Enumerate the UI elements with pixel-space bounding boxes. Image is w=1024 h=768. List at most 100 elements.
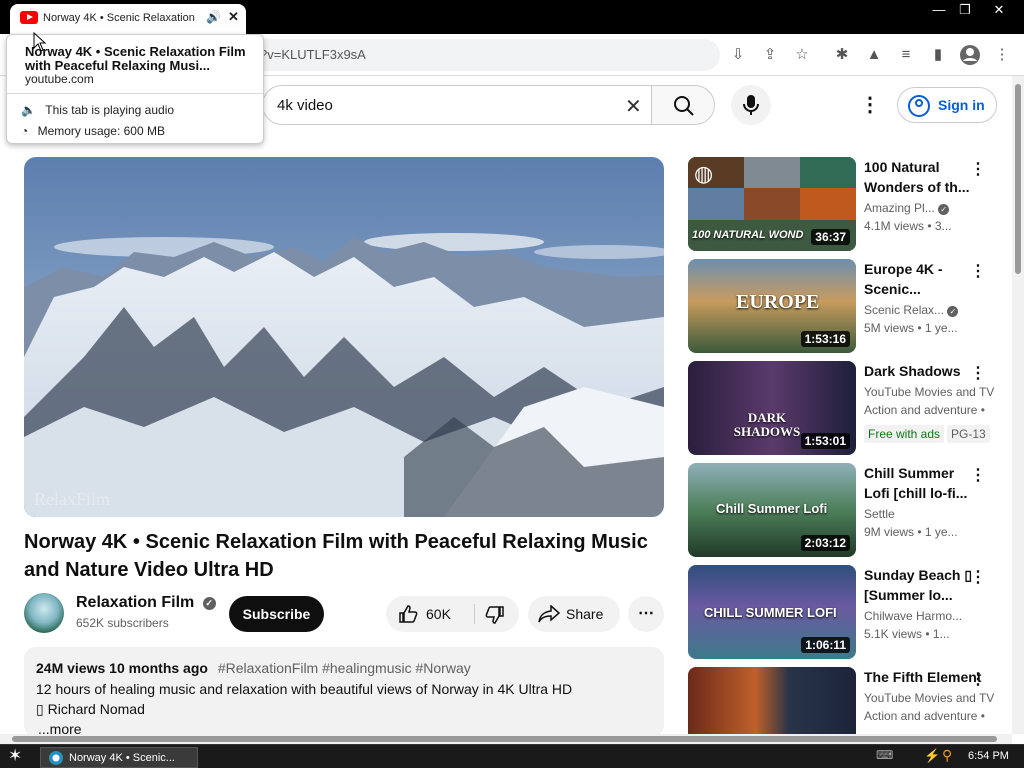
card-kebab-icon[interactable]: ⋮: [970, 465, 986, 485]
browser-logo-icon: [49, 751, 63, 765]
recommendation-card[interactable]: ◍ 100 NATURAL WOND 36:37 100 Natural Won…: [688, 157, 1006, 253]
vertical-scrollbar[interactable]: [1012, 76, 1024, 734]
recommendation-card[interactable]: DARK SHADOWS 1:53:01 Dark Shadows YouTub…: [688, 361, 1006, 457]
video-watermark: RelaxFilm: [34, 489, 110, 509]
recommendation-card[interactable]: EUROPE 1:53:16 Europe 4K - Scenic... Sce…: [688, 259, 1006, 355]
channel-name-text: Relaxation Film: [76, 594, 195, 611]
browser-tab[interactable]: Norway 4K • Scenic Relaxation 🔊 ✕: [10, 4, 246, 34]
description-box[interactable]: 24M views 10 months ago #RelaxationFilm …: [24, 647, 664, 737]
start-star-icon[interactable]: ✶: [8, 746, 22, 766]
subscribe-button[interactable]: Subscribe: [229, 596, 324, 632]
rating-badge: PG-13: [947, 425, 990, 443]
duration-badge: 1:53:16: [800, 331, 850, 347]
labs-icon[interactable]: ▲: [863, 44, 885, 66]
restore-icon[interactable]: ❐: [952, 2, 978, 18]
card-channel: YouTube Movies and TV: [864, 691, 994, 705]
like-count: 60K: [426, 606, 451, 622]
card-kebab-icon[interactable]: ⋮: [970, 567, 986, 587]
card-kebab-icon[interactable]: ⋮: [970, 363, 986, 383]
horizontal-scrollbar[interactable]: [0, 734, 1012, 744]
youtube-favicon-icon: [20, 11, 38, 24]
card-channel: Chilwave Harmo...: [864, 609, 963, 623]
search-button[interactable]: [651, 85, 715, 125]
recommendation-card[interactable]: Chill Summer Lofi 2:03:12 Chill Summer L…: [688, 463, 1006, 559]
sign-in-label: Sign in: [938, 97, 985, 113]
account-icon: [908, 95, 930, 117]
card-title: The Fifth Element: [864, 669, 982, 685]
hover-card-title: Norway 4K • Scenic Relaxation Film with …: [25, 44, 246, 73]
thumbnail-text: EUROPE: [736, 291, 820, 313]
dislike-button[interactable]: [475, 596, 519, 632]
thumbs-up-icon: [399, 605, 418, 623]
network-icon[interactable]: ⚡: [924, 748, 940, 764]
description-line: 12 hours of healing music and relaxation…: [36, 681, 573, 697]
extensions-icon[interactable]: ✱: [831, 44, 853, 66]
search-box: ✕: [262, 85, 652, 125]
card-meta: Action and adventure •: [864, 709, 985, 723]
scrollbar-thumb[interactable]: [1015, 84, 1021, 274]
view-count-date: 24M views 10 months ago: [36, 660, 208, 676]
browser-menu-icon[interactable]: ⋮: [991, 44, 1013, 66]
thumbnail-text: Chill Summer Lofi: [716, 501, 828, 516]
side-panel-icon[interactable]: ▮: [927, 44, 949, 66]
card-kebab-icon[interactable]: ⋮: [970, 261, 986, 281]
card-title: Dark Shadows: [864, 363, 961, 379]
voice-search-button[interactable]: [731, 85, 771, 125]
url-text: ?v=KLUTLF3x9sA: [260, 47, 366, 62]
channel-avatar[interactable]: [24, 593, 64, 633]
audio-status-row: 🔈 This tab is playing audio: [21, 103, 174, 117]
taskbar-browser-item[interactable]: Norway 4K • Scenic...: [40, 747, 198, 768]
sign-in-button[interactable]: Sign in: [897, 87, 997, 123]
bookmark-star-icon[interactable]: ☆: [791, 44, 813, 66]
card-meta: 9M views • 1 ye...: [864, 525, 958, 539]
channel-name[interactable]: Relaxation Film ✓: [76, 594, 216, 612]
search-icon: [674, 96, 694, 116]
thumbnail-text: 100 NATURAL WOND: [692, 229, 804, 241]
hover-card-domain: youtube.com: [25, 72, 94, 86]
more-actions-icon[interactable]: ⋯: [628, 596, 664, 632]
hashtags[interactable]: #RelaxationFilm #healingmusic #Norway: [218, 660, 471, 676]
recommendation-card[interactable]: The Fifth Element YouTube Movies and TV …: [688, 667, 1006, 734]
card-title: Europe 4K - Scenic...: [864, 261, 943, 297]
install-icon[interactable]: ⇩: [727, 44, 749, 66]
duration-badge: 36:37: [811, 229, 850, 245]
tab-title: Norway 4K • Scenic Relaxation: [43, 12, 195, 24]
like-button[interactable]: 60K: [386, 596, 474, 632]
thumbnail: ◍ 100 NATURAL WOND 36:37: [688, 157, 856, 251]
card-meta: 5M views • 1 ye...: [864, 321, 958, 335]
video-player[interactable]: RelaxFilm: [24, 157, 664, 517]
clear-search-icon[interactable]: ✕: [625, 94, 642, 119]
settings-kebab-icon[interactable]: ⋮: [858, 90, 882, 120]
search-input[interactable]: [277, 95, 597, 115]
verified-check-icon: ✓: [202, 597, 216, 610]
media-controls-icon[interactable]: ≡: [895, 44, 917, 66]
card-title: 100 Natural Wonders of th...: [864, 159, 970, 195]
card-kebab-icon[interactable]: ⋮: [970, 669, 986, 689]
card-channel-text: Scenic Relax...: [864, 303, 945, 317]
close-tab-icon[interactable]: ✕: [228, 9, 239, 25]
speaker-icon[interactable]: 🔊: [206, 10, 221, 24]
card-meta: 4.1M views • 3...: [864, 219, 952, 233]
memory-row: ◔ Memory usage: 600 MB: [21, 124, 165, 138]
video-frame-mountains: [24, 157, 664, 517]
clock: 6:54 PM: [968, 750, 1009, 762]
card-kebab-icon[interactable]: ⋮: [970, 159, 986, 179]
minimize-icon[interactable]: —: [926, 2, 952, 18]
thumbs-down-icon: [485, 606, 504, 624]
thumbnail-text: CHILL SUMMER LOFI: [704, 605, 837, 620]
card-title: Chill Summer Lofi [chill lo-fi...: [864, 465, 968, 501]
close-window-icon[interactable]: ✕: [986, 2, 1012, 18]
share-icon[interactable]: ⇪: [759, 44, 781, 66]
subscriber-count: 652K subscribers: [76, 616, 169, 630]
hscroll-thumb[interactable]: [12, 736, 997, 742]
thumbnail: [688, 667, 856, 734]
video-title: Norway 4K • Scenic Relaxation Film with …: [24, 531, 648, 581]
card-channel: Settle: [864, 507, 895, 521]
share-button[interactable]: Share: [528, 596, 620, 632]
profile-icon[interactable]: [959, 44, 981, 66]
recommendation-card[interactable]: CHILL SUMMER LOFI 1:06:11 Sunday Beach ▯…: [688, 565, 1006, 661]
browser-title-bar: Norway 4K • Scenic Relaxation 🔊 ✕ — ❐ ✕: [0, 0, 1024, 34]
hover-card-divider: [7, 93, 263, 94]
keyboard-icon[interactable]: ⌨: [876, 748, 893, 762]
search-tray-icon[interactable]: ⚲: [942, 747, 952, 764]
